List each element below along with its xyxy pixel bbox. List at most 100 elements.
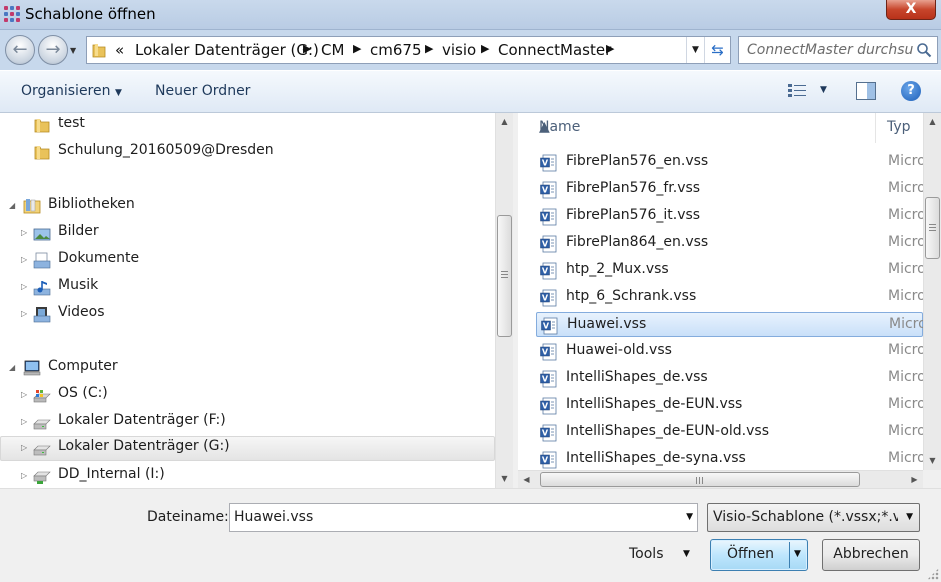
search-icon[interactable] (916, 42, 932, 58)
nav-item-label: Dokumente (58, 250, 140, 266)
scroll-up-icon[interactable]: ▲ (924, 113, 941, 130)
file-row[interactable]: V Huawei.vss Micro (536, 312, 927, 337)
refresh-icon[interactable]: ⇆ (704, 37, 730, 63)
file-row[interactable]: V FibrePlan576_en.vss Micro (536, 150, 926, 175)
address-dropdown-icon[interactable]: ▼ (686, 37, 704, 63)
new-folder-button[interactable]: Neuer Ordner (155, 83, 250, 99)
scroll-down-icon[interactable]: ▼ (924, 452, 941, 469)
nav-item-drive-g[interactable]: ▷ Lokaler Datenträger (G:) (0, 436, 495, 461)
file-row[interactable]: Vhtp_2_Mux.vss Micro (536, 258, 926, 283)
view-details-icon[interactable] (788, 84, 806, 98)
help-icon[interactable]: ? (901, 81, 921, 101)
file-row[interactable]: V IntelliShapes_de.vss Micro (536, 366, 926, 391)
nav-item-dokumente[interactable]: ▷ Dokumente (0, 248, 495, 273)
file-row[interactable]: V Huawei-old.vss Micro (536, 339, 926, 364)
file-list-vertical-scrollbar[interactable]: ▲ ▼ (923, 113, 941, 470)
navigation-pane[interactable]: test Schulung_20160509@Dresden ◢ Bibliot… (0, 113, 513, 488)
forward-button[interactable]: → (38, 35, 68, 65)
file-row[interactable]: V FibrePlan576_it.vss Micro (536, 204, 926, 229)
nav-item-bilder[interactable]: ▷ Bilder (0, 221, 495, 246)
visio-stencil-icon: V (540, 451, 557, 469)
nav-item-computer[interactable]: ◢ Computer (0, 356, 495, 381)
visio-stencil-icon: V (540, 208, 557, 226)
visio-stencil-icon: V (540, 370, 557, 388)
scroll-thumb[interactable] (925, 197, 940, 259)
nav-item-drive-f[interactable]: ▷ Lokaler Datenträger (F:) (0, 410, 495, 435)
cancel-button[interactable]: Abbrechen (822, 539, 920, 571)
nav-item-os-c[interactable]: ▷ OS (C:) (0, 383, 495, 408)
address-bar[interactable]: « Lokaler Datenträger (G:) ▶ CM ▶ cm675 … (86, 36, 731, 64)
views-dropdown-icon[interactable]: ▼ (820, 85, 827, 95)
breadcrumb-chevron-icon[interactable]: ▶ (303, 42, 311, 55)
file-type-filter[interactable]: Visio-Schablone (*.vssx;*.vssm ▼ (707, 503, 920, 532)
nav-item-dd-internal[interactable]: ▷ DD_Internal (I:) (0, 464, 495, 488)
organize-menu[interactable]: Organisieren ▼ (21, 83, 122, 99)
svg-text:V: V (542, 159, 549, 168)
file-type: Micro (888, 288, 926, 304)
nav-item-schulung[interactable]: Schulung_20160509@Dresden (0, 140, 495, 165)
expand-arrow-icon[interactable]: ▷ (21, 443, 27, 452)
breadcrumb-item[interactable]: cm675 (370, 41, 422, 59)
file-list[interactable]: ▲ Name Typ V FibrePlan576_en.vss Micro V Fib… (518, 113, 941, 488)
expand-arrow-icon[interactable]: ▷ (21, 471, 27, 480)
drive-icon (33, 419, 51, 430)
breadcrumb-item[interactable]: visio (442, 41, 476, 59)
scroll-right-icon[interactable]: ▶ (906, 471, 923, 488)
file-list-horizontal-scrollbar[interactable]: ◀ ▶ (518, 470, 923, 488)
back-button[interactable]: ← (5, 35, 35, 65)
cancel-label: Abbrechen (833, 546, 909, 562)
preview-pane-icon[interactable] (856, 82, 876, 100)
expand-arrow-icon[interactable]: ▷ (21, 390, 27, 399)
expand-arrow-icon[interactable]: ▷ (21, 255, 27, 264)
breadcrumb-item[interactable]: Lokaler Datenträger (G:) (135, 41, 319, 59)
nav-item-videos[interactable]: ▷ Videos (0, 302, 495, 327)
breadcrumb-chevron-icon[interactable]: ▶ (481, 42, 489, 55)
scroll-thumb[interactable] (540, 472, 860, 487)
file-row[interactable]: V IntelliShapes_de-EUN-old.vss Micro (536, 420, 926, 445)
file-row[interactable]: V IntelliShapes_de-EUN.vss Micro (536, 393, 926, 418)
file-row[interactable]: V FibrePlan576_fr.vss Micro (536, 177, 926, 202)
open-button[interactable]: Öffnen ▼ (710, 539, 808, 571)
nav-item-label: DD_Internal (I:) (58, 466, 165, 482)
chevron-down-icon[interactable]: ▼ (686, 512, 693, 522)
visio-stencil-icon: V (540, 289, 557, 307)
expand-arrow-icon[interactable]: ▷ (21, 282, 27, 291)
svg-text:V: V (543, 322, 550, 331)
breadcrumb-item[interactable]: ConnectMaster (498, 41, 611, 59)
nav-item-musik[interactable]: ▷ Musik (0, 275, 495, 300)
open-options-dropdown-icon[interactable]: ▼ (794, 549, 801, 559)
search-input[interactable] (747, 42, 913, 58)
breadcrumb-overflow[interactable]: « (115, 41, 124, 59)
column-type-header[interactable]: Typ (877, 113, 923, 143)
breadcrumb-chevron-icon[interactable]: ▶ (606, 42, 614, 55)
breadcrumb-item[interactable]: CM (321, 41, 344, 59)
scroll-thumb[interactable] (497, 215, 512, 337)
tools-menu-button[interactable]: Tools ▼ (624, 541, 696, 569)
column-name-header[interactable]: ▲ Name (518, 113, 876, 143)
breadcrumb-chevron-icon[interactable]: ▶ (353, 42, 361, 55)
close-button[interactable]: X (886, 0, 936, 20)
expand-arrow-icon[interactable]: ▷ (21, 228, 27, 237)
recent-locations-dropdown-icon[interactable]: ▼ (70, 46, 76, 55)
svg-text:V: V (542, 240, 549, 249)
expand-arrow-icon[interactable]: ▷ (21, 417, 27, 426)
expand-arrow-icon[interactable]: ▷ (21, 309, 27, 318)
filename-combobox[interactable]: ▼ (229, 503, 698, 532)
nav-item-bibliotheken[interactable]: ◢ Bibliotheken (0, 194, 495, 219)
file-row[interactable]: Vhtp_6_Schrank.vss Micro (536, 285, 926, 310)
nav-item-test[interactable]: test (0, 113, 495, 138)
file-row[interactable]: V IntelliShapes_de-syna.vss Micro (536, 447, 926, 472)
collapse-arrow-icon[interactable]: ◢ (9, 201, 15, 210)
scroll-up-icon[interactable]: ▲ (496, 113, 513, 130)
nav-scrollbar[interactable]: ▲ ▼ (495, 113, 513, 488)
search-box[interactable] (738, 36, 938, 64)
breadcrumb-chevron-icon[interactable]: ▶ (425, 42, 433, 55)
file-row[interactable]: V FibrePlan864_en.vss Micro (536, 231, 926, 256)
column-type-label: Typ (887, 119, 911, 135)
collapse-arrow-icon[interactable]: ◢ (9, 363, 15, 372)
filename-input[interactable] (234, 509, 664, 525)
file-name: Huawei.vss (567, 316, 647, 332)
scroll-down-icon[interactable]: ▼ (496, 470, 513, 487)
resize-grip[interactable] (927, 568, 939, 580)
scroll-left-icon[interactable]: ◀ (518, 471, 535, 488)
